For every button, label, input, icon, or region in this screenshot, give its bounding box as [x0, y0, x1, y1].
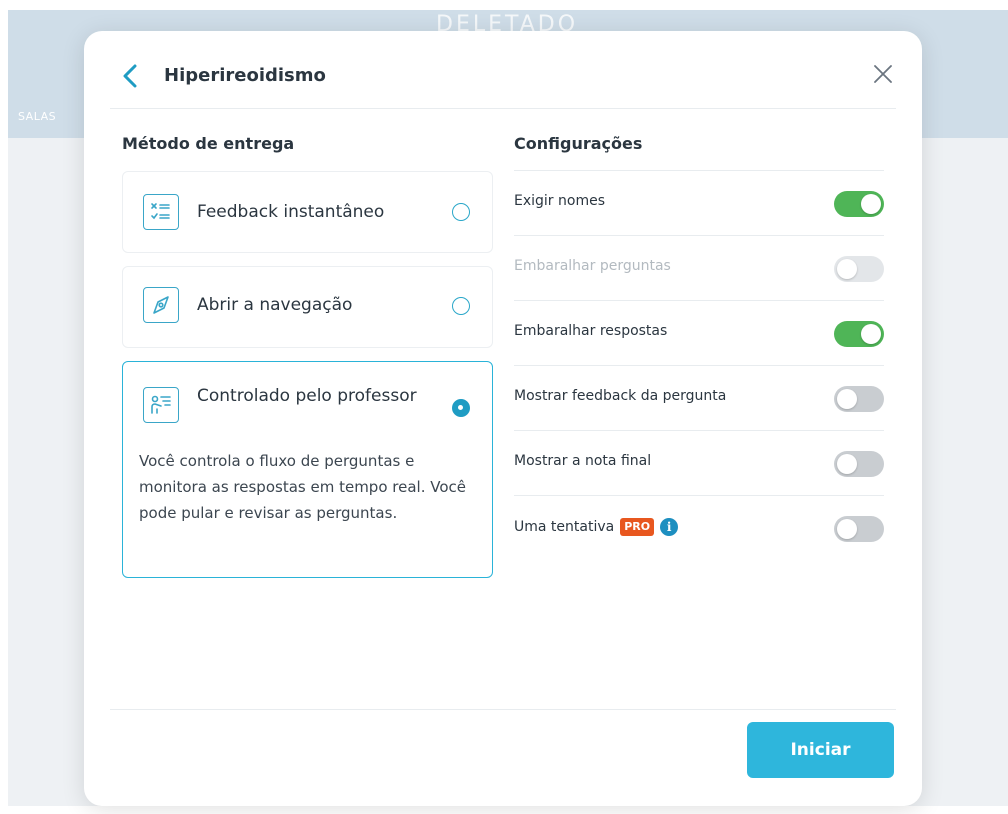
back-chevron-icon[interactable]: [120, 63, 140, 89]
setting-label: Embaralhar respostas: [514, 323, 668, 339]
setting-label: Mostrar feedback da pergunta: [514, 388, 727, 404]
setting-embaralhar-respostas: Embaralhar respostas: [514, 300, 884, 365]
setting-label: Exigir nomes: [514, 193, 605, 209]
toggle-mostrar-feedback[interactable]: [834, 386, 884, 412]
setting-mostrar-feedback: Mostrar feedback da pergunta: [514, 365, 884, 430]
toggle-embaralhar-perguntas: [834, 256, 884, 282]
tab-salas[interactable]: SALAS: [18, 110, 56, 123]
start-button[interactable]: Iniciar: [747, 722, 894, 778]
radio-feedback-instantaneo[interactable]: [452, 203, 470, 221]
setting-uma-tentativa: Uma tentativa PRO i: [514, 495, 884, 560]
modal-title: Hiperireoidismo: [164, 65, 326, 86]
compass-icon: [143, 287, 179, 323]
info-icon[interactable]: i: [660, 518, 679, 536]
delivery-option-label: Abrir a navegação: [197, 295, 353, 315]
start-quiz-modal: Hiperireoidismo Método de entrega Config…: [84, 31, 922, 806]
footer-divider: [110, 709, 896, 710]
delivery-option-abrir-navegacao[interactable]: Abrir a navegação: [122, 266, 493, 348]
delivery-option-feedback-instantaneo[interactable]: Feedback instantâneo: [122, 171, 493, 253]
delivery-option-label: Controlado pelo professor: [197, 386, 417, 406]
toggle-uma-tentativa[interactable]: [834, 516, 884, 542]
pro-badge: PRO: [620, 518, 655, 536]
toggle-exigir-nomes[interactable]: [834, 191, 884, 217]
setting-label: Embaralhar perguntas: [514, 258, 671, 274]
delivery-option-description: Você controla o fluxo de perguntas e mon…: [139, 452, 466, 522]
radio-controlado-professor[interactable]: [452, 399, 470, 417]
radio-abrir-navegacao[interactable]: [452, 297, 470, 315]
delivery-option-label: Feedback instantâneo: [197, 202, 385, 222]
delivery-option-controlado-professor[interactable]: Controlado pelo professor Você controla …: [122, 361, 493, 578]
settings-title: Configurações: [514, 134, 643, 153]
setting-label: Mostrar a nota final: [514, 453, 652, 469]
setting-exigir-nomes: Exigir nomes: [514, 170, 884, 235]
checklist-icon: [143, 194, 179, 230]
setting-mostrar-nota-final: Mostrar a nota final: [514, 430, 884, 495]
modal-header: Hiperireoidismo: [110, 31, 896, 109]
presenter-icon: [143, 387, 179, 423]
setting-label-wrapper: Uma tentativa PRO i: [514, 518, 679, 536]
setting-label: Uma tentativa: [514, 519, 615, 535]
toggle-mostrar-nota-final[interactable]: [834, 451, 884, 477]
close-icon[interactable]: [872, 63, 894, 85]
toggle-embaralhar-respostas[interactable]: [834, 321, 884, 347]
delivery-method-title: Método de entrega: [122, 134, 295, 153]
setting-embaralhar-perguntas: Embaralhar perguntas: [514, 235, 884, 300]
